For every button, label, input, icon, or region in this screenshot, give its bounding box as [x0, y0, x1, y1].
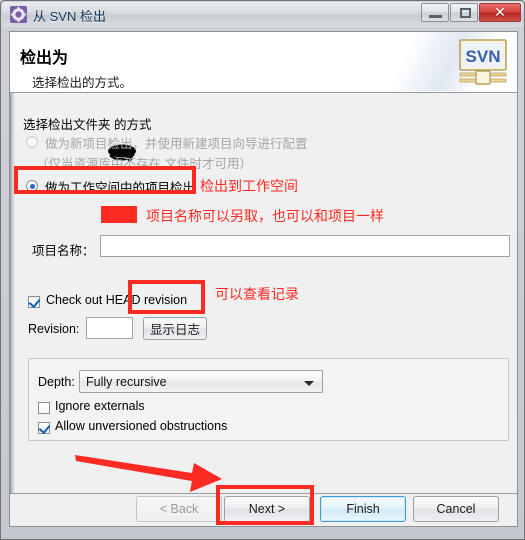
svn-gear-icon [10, 6, 27, 23]
minimize-icon [429, 15, 442, 18]
revision-label: Revision: [28, 322, 80, 336]
screenshot-root: 从 SVN 检出 ✕ 检出为 选择检出的方式。 SVN 选择检出文件夹 的方式 … [0, 0, 525, 540]
maximize-button[interactable] [450, 3, 478, 22]
window-controls: ✕ [421, 3, 521, 22]
radio-new-project-label: 做为新项目检出，并使用新建项目向导进行配置 [45, 137, 308, 151]
show-log-button[interactable]: 显示日志 [143, 317, 207, 340]
chevron-down-icon [304, 381, 314, 386]
finish-button[interactable]: Finish [320, 496, 406, 522]
checkbox-ignore-externals[interactable] [38, 402, 50, 414]
depth-label: Depth: [38, 375, 75, 389]
svg-text:SVN: SVN [466, 47, 501, 66]
page-title: 检出为 [20, 50, 69, 67]
left-rail-decoration [10, 93, 15, 493]
annotation-box-next-button [216, 485, 314, 525]
back-button: < Back [136, 496, 222, 522]
checkbox-checkout-head-revision[interactable] [28, 295, 41, 309]
annotation-project-name-redaction [101, 206, 137, 223]
revision-input[interactable] [86, 317, 133, 339]
annotation-workspace-note: 检出到工作空间 [200, 178, 298, 194]
dialog-window: 从 SVN 检出 ✕ 检出为 选择检出的方式。 SVN 选择检出文件夹 的方式 … [0, 0, 525, 540]
project-name-input[interactable] [100, 235, 510, 257]
annotation-project-name-note: 项目名称可以另取，也可以和项目一样 [146, 208, 384, 224]
checkmark-icon [38, 421, 51, 435]
checkbox-allow-unversioned-obstructions[interactable] [38, 421, 51, 435]
window-title: 从 SVN 检出 [33, 9, 106, 24]
depth-select[interactable]: Fully recursive [79, 370, 323, 393]
annotation-show-log-note: 可以查看记录 [215, 286, 299, 302]
wizard-header: 检出为 选择检出的方式。 SVN [10, 32, 517, 93]
ignore-externals-label: Ignore externals [55, 399, 145, 413]
radio-checkout-as-new-project [26, 136, 38, 148]
checkout-mode-section-label: 选择检出文件夹 的方式 [23, 118, 152, 132]
allow-unversioned-label: Allow unversioned obstructions [55, 419, 228, 433]
page-subtitle: 选择检出的方式。 [32, 76, 133, 90]
title-bar: 从 SVN 检出 ✕ [2, 2, 523, 27]
svn-logo-icon: SVN [459, 39, 507, 85]
close-icon: ✕ [494, 4, 506, 20]
minimize-button[interactable] [421, 3, 449, 22]
close-button[interactable]: ✕ [479, 3, 521, 22]
cancel-button[interactable]: Cancel [413, 496, 499, 522]
dialog-client-area: 检出为 选择检出的方式。 SVN 选择检出文件夹 的方式 做为新项目检出，并使用… [9, 31, 518, 527]
annotation-box-show-log [128, 280, 205, 314]
depth-selected-value: Fully recursive [86, 375, 167, 389]
checkmark-icon [28, 295, 41, 309]
annotation-box-workspace-radio [14, 166, 196, 194]
maximize-icon [460, 8, 471, 18]
project-name-label: 项目名称： [32, 244, 95, 258]
